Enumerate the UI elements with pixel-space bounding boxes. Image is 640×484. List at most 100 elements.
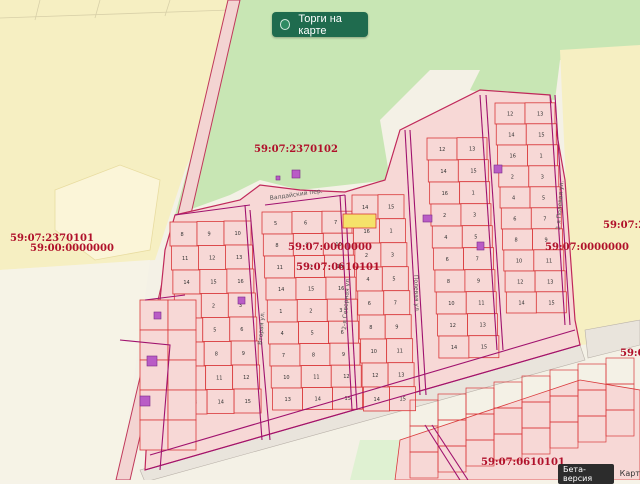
parcel-number: 11 xyxy=(397,349,403,355)
parcel-number: 2 xyxy=(365,253,368,259)
parcel-number: 14 xyxy=(183,280,189,286)
parcel-number: 15 xyxy=(308,287,314,293)
parcel-number: 13 xyxy=(537,111,543,117)
parcel-number: 14 xyxy=(315,397,321,403)
parcel-number: 4 xyxy=(512,196,515,202)
parcel-number: 15 xyxy=(470,169,476,175)
parcel-number: 9 xyxy=(342,352,345,358)
cadastral-label[interactable]: 59:07:0610101 xyxy=(481,457,565,468)
parcel-number: 15 xyxy=(548,300,554,306)
parcel-number: 8 xyxy=(215,352,218,358)
parcel-number: 14 xyxy=(218,400,224,406)
parcel-number: 10 xyxy=(283,375,289,381)
parcel-number: 16 xyxy=(442,191,448,197)
parcel-number: 1 xyxy=(279,309,282,315)
parcel-number: 11 xyxy=(182,256,188,262)
parcel[interactable] xyxy=(167,329,197,361)
parcel-number: 12 xyxy=(243,375,249,381)
parcel-number: 8 xyxy=(181,232,184,238)
parcel-number: 9 xyxy=(477,279,480,285)
toggle-icon[interactable] xyxy=(280,19,291,30)
parcel-number: 1 xyxy=(540,153,543,159)
parcel-number: 12 xyxy=(209,256,215,262)
parcel-number: 14 xyxy=(508,133,514,139)
parcel-number: 10 xyxy=(516,259,522,265)
parcel-number: 6 xyxy=(513,217,516,223)
parcel-number: 10 xyxy=(235,231,241,237)
parcel-number: 12 xyxy=(517,280,523,286)
parcel[interactable] xyxy=(167,359,197,391)
parcel-number: 1 xyxy=(472,191,475,197)
parcel-number: 6 xyxy=(368,301,371,307)
parcel-number: 5 xyxy=(311,331,314,337)
auctions-on-map-label: Торги на карте xyxy=(298,12,342,37)
parcel-number: 8 xyxy=(515,238,518,244)
cadastral-label[interactable]: 59:07:0000000 xyxy=(545,242,629,253)
parcel-number: 11 xyxy=(478,301,484,307)
parcel-number: 12 xyxy=(450,323,456,329)
parcel[interactable] xyxy=(167,389,197,421)
parcel-number: 13 xyxy=(547,279,553,285)
parcel-number: 15 xyxy=(245,399,251,405)
parcel-number: 2 xyxy=(443,213,446,219)
parcel-number: 12 xyxy=(439,147,445,153)
parcel-number: 9 xyxy=(208,232,211,238)
parcel-number: 12 xyxy=(372,373,378,379)
street-polevaya: Полевая ул. xyxy=(412,275,420,313)
parcel-number: 15 xyxy=(210,280,216,286)
parcel-number: 2 xyxy=(309,309,312,315)
parcel-number: 16 xyxy=(510,154,516,160)
parcel-number: 16 xyxy=(237,279,243,285)
parcel-number: 6 xyxy=(304,221,307,227)
parcel-number: 3 xyxy=(391,253,394,259)
parcel-number: 15 xyxy=(481,345,487,351)
parcel-number: 13 xyxy=(398,373,404,379)
cadastral-map[interactable]: 8910111213141516123456789101112131415567… xyxy=(0,0,640,480)
parcel-number: 9 xyxy=(242,351,245,357)
auctions-on-map-toggle[interactable]: Торги на карте xyxy=(272,12,368,37)
parcel-number: 16 xyxy=(363,229,369,235)
parcel-number: 7 xyxy=(282,353,285,359)
parcel-number: 8 xyxy=(275,243,278,249)
map-link[interactable]: Карт xyxy=(620,469,640,478)
parcel-number: 5 xyxy=(474,235,477,241)
parcel-number: 15 xyxy=(400,397,406,403)
cadastral-label[interactable]: 59:07:23 xyxy=(603,220,640,231)
parcel-number: 6 xyxy=(341,330,344,336)
cadastral-label[interactable]: 59:07:0610101 xyxy=(296,262,380,273)
parcel-number: 8 xyxy=(447,279,450,285)
parcel-number: 7 xyxy=(543,216,546,222)
parcel-number: 5 xyxy=(274,221,277,227)
parcel-number: 6 xyxy=(446,257,449,263)
cadastral-label[interactable]: 59:07:0000000 xyxy=(288,242,372,253)
parcel-number: 15 xyxy=(388,205,394,211)
parcel-number: 7 xyxy=(394,301,397,307)
parcel-number: 2 xyxy=(511,175,514,181)
parcel-number: 11 xyxy=(216,376,222,382)
parcel-number: 7 xyxy=(334,220,337,226)
parcel[interactable] xyxy=(167,299,197,331)
parcel-number: 7 xyxy=(476,257,479,263)
parcel-number: 14 xyxy=(518,301,524,307)
cadastral-label[interactable]: 59:00:0000000 xyxy=(30,243,114,254)
parcel-number: 3 xyxy=(541,174,544,180)
parcel-number: 5 xyxy=(392,277,395,283)
parcel-number: 11 xyxy=(546,258,552,264)
parcel-number: 5 xyxy=(542,195,545,201)
parcel-number: 14 xyxy=(440,169,446,175)
cadastral-label[interactable]: 59:0 xyxy=(620,348,640,359)
parcel-number: 15 xyxy=(538,132,544,138)
parcel-number: 1 xyxy=(389,229,392,235)
parcel-number: 8 xyxy=(369,325,372,331)
parcel-number: 4 xyxy=(444,235,447,241)
parcel-number: 14 xyxy=(451,345,457,351)
parcel-number: 13 xyxy=(285,397,291,403)
footer-bar: Бета-версия Карт xyxy=(558,463,640,484)
beta-badge[interactable]: Бета-версия xyxy=(558,463,614,484)
parcel-number: 10 xyxy=(371,349,377,355)
parcel-number: 9 xyxy=(395,325,398,331)
parcel-number: 13 xyxy=(236,255,242,261)
parcel[interactable] xyxy=(139,329,169,361)
parcel-number: 2 xyxy=(212,304,215,310)
cadastral-label[interactable]: 59:07:2370102 xyxy=(254,144,338,155)
